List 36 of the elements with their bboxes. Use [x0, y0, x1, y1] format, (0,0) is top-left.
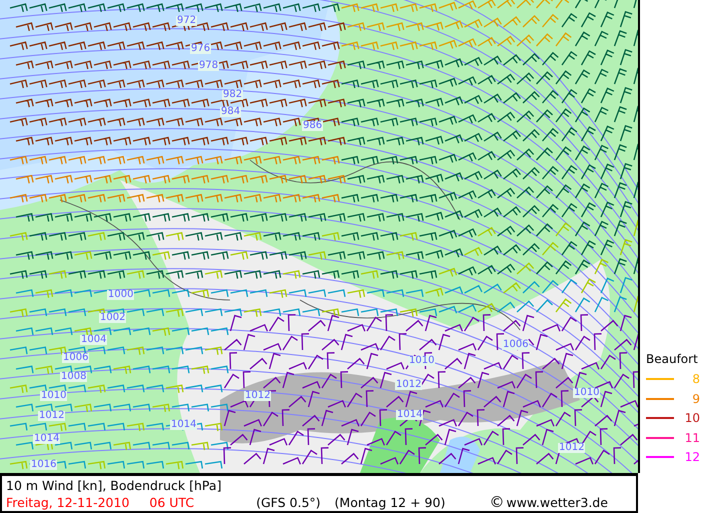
isobar-label: 976	[190, 44, 212, 54]
legend-label: 9	[691, 392, 700, 406]
isobar-label: 1012	[558, 443, 586, 453]
isobar-label: 1014	[170, 420, 198, 430]
isobar-label: 1010	[573, 388, 600, 398]
isobar-label: 1012	[38, 411, 66, 421]
isobar-label: 1012	[244, 391, 272, 401]
isobar-label: 1004	[80, 335, 108, 345]
legend-title: Beaufort	[646, 352, 699, 366]
legend-label: 10	[684, 411, 700, 426]
copyright-symbol: ©	[489, 494, 504, 511]
isobar-label: 1014	[396, 410, 424, 420]
isobar-label: 978	[198, 61, 220, 71]
isobar-label: 972	[176, 16, 198, 26]
run-label: (Montag 12 + 90)	[334, 494, 446, 511]
legend-label: 8	[691, 372, 700, 386]
legend-label: 11	[684, 430, 700, 445]
isobar-label: 1016	[30, 460, 58, 470]
isobar-label: 1012	[395, 380, 422, 390]
website-link[interactable]: www.wetter3.de	[506, 494, 608, 511]
isobar-label: 1006	[62, 353, 90, 363]
isobar-label: 986	[302, 121, 324, 131]
isobar-label: 1014	[33, 434, 60, 444]
isobar-label: 1006	[502, 340, 530, 350]
isobar-label: 1008	[60, 372, 88, 382]
model-label: (GFS 0.5°)	[256, 494, 321, 511]
isobar-label: 984	[220, 107, 242, 117]
legend-label: 12	[684, 450, 700, 464]
map-title: 10 m Wind [kn], Bodendruck [hPa]	[6, 477, 222, 494]
isobar-label: 1002	[99, 313, 126, 323]
forecast-date: Freitag, 12-11-2010	[6, 494, 130, 511]
isobar-label: 982	[222, 90, 244, 100]
isobar-label: 1010	[40, 391, 68, 401]
forecast-time: 06 UTC	[149, 494, 194, 511]
isobar-label: 1000	[107, 290, 134, 300]
isobar-label: 1010	[408, 356, 436, 366]
